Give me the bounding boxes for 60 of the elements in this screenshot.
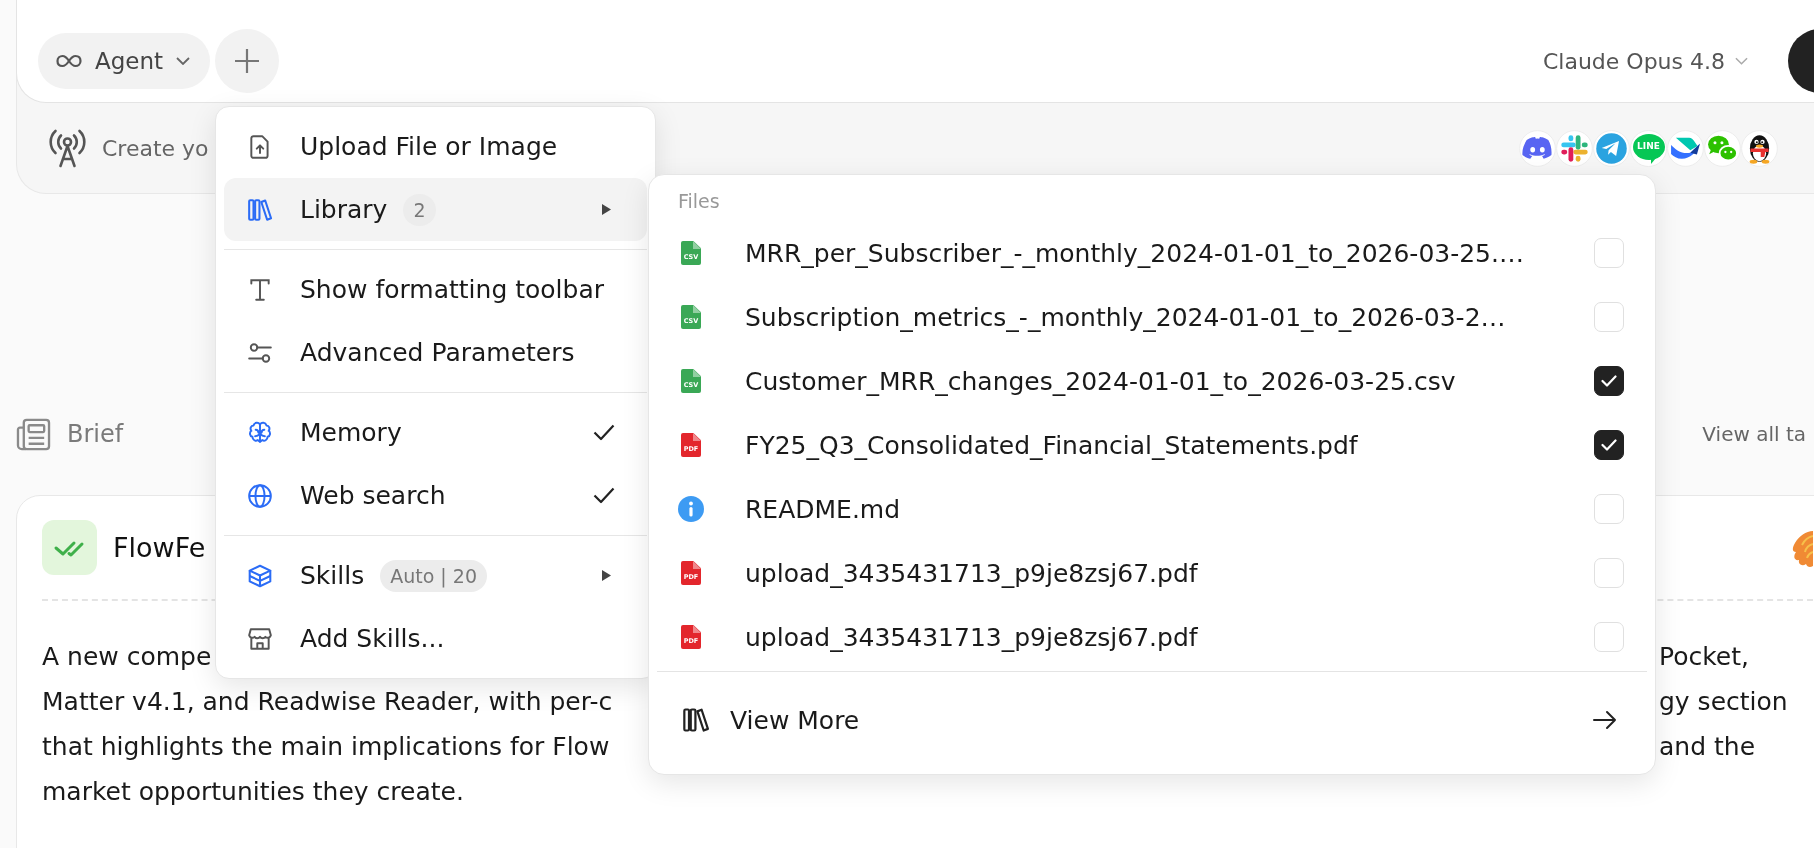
globe-icon (247, 482, 273, 509)
pinwheel-icon[interactable] (1556, 129, 1593, 167)
menu-item[interactable]: Web search (224, 464, 647, 527)
menu-item[interactable]: Show formatting toolbar (224, 258, 647, 321)
box-icon (247, 562, 273, 589)
chevron-down-icon (1735, 57, 1748, 65)
info-icon (678, 496, 704, 522)
books-icon (247, 196, 273, 223)
game-controller-icon[interactable] (1519, 129, 1556, 167)
file-name[interactable]: MRR_per_Subscriber_-_monthly_2024-01-01_to_2026-03-25.… (745, 238, 1594, 268)
body-text: and the (1659, 731, 1755, 763)
swoosh-icon[interactable] (1667, 129, 1704, 167)
count-badge: 2 (403, 193, 436, 226)
newspaper-icon (16, 417, 51, 451)
body-text: that highlights the main implications for Flow (42, 731, 610, 763)
check-icon (593, 487, 615, 504)
prompt-text[interactable]: Create yo (102, 135, 209, 161)
checkbox[interactable] (1594, 366, 1624, 396)
body-text: Pocket, (1659, 641, 1749, 673)
menu-item[interactable]: Advanced Parameters (224, 321, 647, 384)
caret-right-icon (602, 570, 611, 581)
check-icon (1601, 375, 1617, 387)
file-name[interactable]: FY25_Q3_Consolidated_Financial_Statements.pdf (745, 430, 1594, 460)
plus-icon (234, 48, 261, 74)
menu-item[interactable]: Add Skills... (224, 607, 647, 670)
menu-item[interactable]: Skills Auto | 20 (224, 544, 647, 607)
view-all-link[interactable]: View all ta (1702, 422, 1806, 446)
section-title: Brief (67, 420, 124, 448)
antenna-icon (49, 128, 86, 168)
double-check-icon (42, 520, 97, 575)
file-name[interactable]: README.md (745, 494, 1594, 524)
count-badge: Auto | 20 (380, 559, 487, 592)
file-name[interactable]: upload_3435431713_p9je8zsj67.pdf (745, 622, 1594, 652)
agent-mode-button[interactable]: Agent (38, 33, 211, 89)
infinity-icon (56, 54, 82, 68)
view-more-button[interactable]: View More (657, 682, 1647, 758)
file-name[interactable]: Subscription_metrics_-_monthly_2024-01-01_to_2026-03-2… (745, 302, 1594, 332)
paper-plane-icon[interactable] (1593, 129, 1630, 167)
menu-item[interactable]: Library 2 (224, 178, 647, 241)
model-selector[interactable]: Claude Opus 4.8 (1542, 48, 1748, 74)
books-icon (682, 706, 710, 734)
body-text: gy section (1659, 686, 1788, 718)
menu-item[interactable]: Upload File or Image (224, 115, 647, 178)
section-heading: Files (678, 189, 720, 213)
menu-item[interactable]: Memory (224, 401, 647, 464)
checkbox[interactable] (1594, 430, 1624, 460)
body-text: Matter v4.1, and Readwise Reader, with per-c (42, 686, 613, 718)
text-icon (247, 276, 273, 303)
file-name[interactable]: upload_3435431713_p9je8zsj67.pdf (745, 558, 1594, 588)
penguin-icon[interactable] (1741, 129, 1778, 167)
arrow-right-icon (1593, 710, 1617, 730)
caret-right-icon (602, 204, 611, 215)
body-text: market opportunities they create. (42, 776, 464, 808)
check-icon (593, 424, 615, 441)
card-title: FlowFe (113, 532, 206, 563)
check-icon (1601, 439, 1617, 451)
body-text: A new compe (42, 641, 212, 673)
store-icon (247, 625, 273, 652)
file-name[interactable]: Customer_MRR_changes_2024-01-01_to_2026-03-25.csv (745, 366, 1594, 396)
chevron-down-icon (176, 57, 191, 65)
